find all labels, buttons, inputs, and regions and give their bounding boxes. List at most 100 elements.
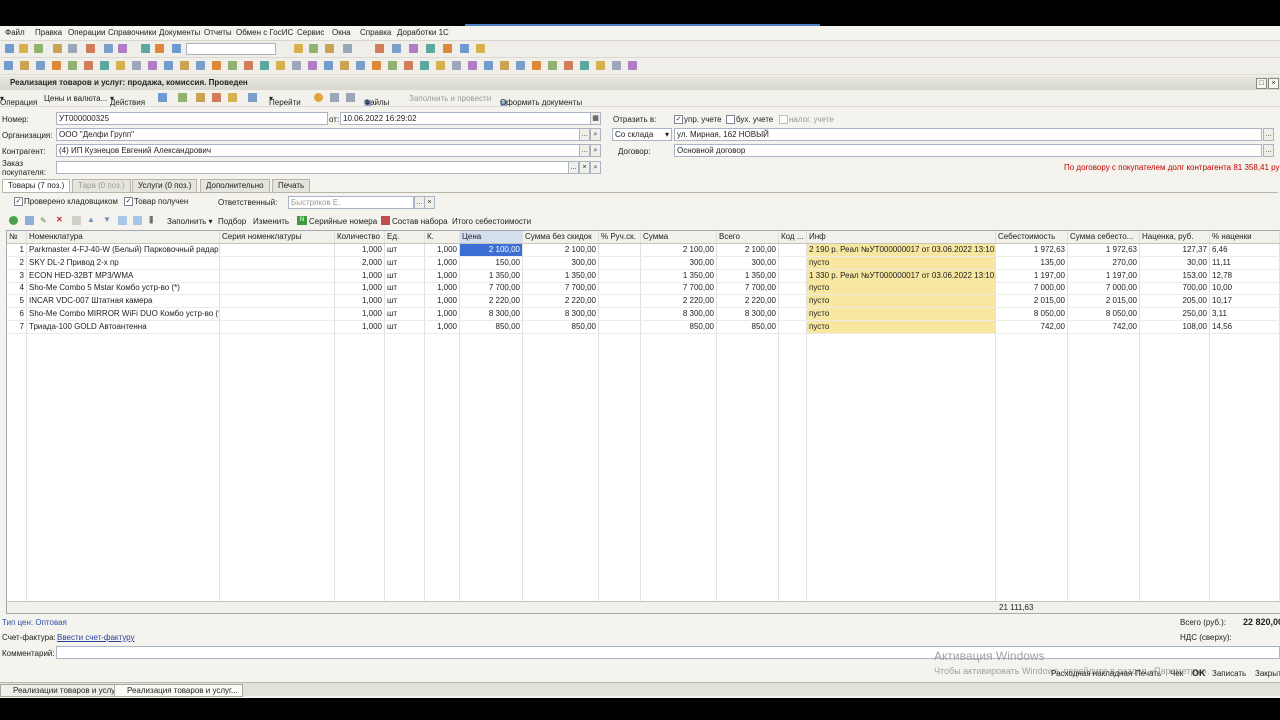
date-field[interactable]: 10.06.2022 16:29:02 [340, 112, 592, 125]
help-icon[interactable] [314, 93, 323, 102]
table-cell[interactable]: 14,56 [1210, 320, 1280, 333]
menu-item-6[interactable]: Обмен с ГосИС [236, 28, 293, 37]
serials-button[interactable]: Серийные номера [309, 217, 377, 226]
invoice-link[interactable]: Ввести счет-фактуру [57, 633, 135, 642]
table-cell[interactable]: 850,00 [460, 320, 523, 333]
column-header[interactable]: Сумма без скидок [523, 231, 599, 243]
table-cell[interactable]: шт [385, 308, 425, 320]
number-field[interactable]: УТ000000325 [56, 112, 328, 125]
table-cell[interactable]: 850,00 [641, 320, 717, 333]
table-cell[interactable] [220, 308, 335, 320]
post-icon[interactable] [178, 93, 187, 102]
edit-row-icon[interactable]: ✎ [40, 216, 47, 225]
warehouse-select-icon[interactable]: … [1263, 128, 1274, 141]
barcode-icon[interactable]: ||| [149, 215, 153, 224]
table-cell[interactable]: 2 220,00 [641, 295, 717, 308]
nalog-checkbox[interactable] [779, 115, 788, 124]
table-cell[interactable] [220, 320, 335, 333]
column-header[interactable]: Серия номенклатуры [220, 231, 335, 243]
table-cell[interactable]: 2 220,00 [523, 295, 599, 308]
table-cell[interactable]: 5 [7, 295, 27, 308]
copy-icon[interactable] [158, 93, 167, 102]
column-header[interactable]: % наценки [1210, 231, 1280, 243]
toolbar-icon[interactable] [468, 61, 477, 70]
table-cell[interactable]: 10,17 [1210, 295, 1280, 308]
table-cell[interactable]: 1 [7, 244, 27, 256]
toolbar-icon[interactable] [426, 44, 435, 53]
toolbar-icon[interactable] [452, 61, 461, 70]
table-cell[interactable]: шт [385, 269, 425, 282]
prices-button[interactable]: Цены и валюта... [44, 94, 107, 103]
table-cell[interactable]: 300,00 [717, 256, 779, 269]
order-select-icon[interactable]: … [568, 161, 579, 174]
actions-menu[interactable]: Действия ▾ [110, 94, 145, 107]
table-cell[interactable]: 30,00 [1140, 256, 1210, 269]
table-cell[interactable]: SKY DL-2 Привод 2-х пр [27, 256, 220, 269]
table-cell[interactable]: 6,46 [1210, 244, 1280, 256]
toolbar-icon[interactable] [84, 61, 93, 70]
table-cell[interactable]: шт [385, 256, 425, 269]
table-cell[interactable]: 1,000 [425, 295, 460, 308]
column-header[interactable]: № [7, 231, 27, 243]
change-button[interactable]: Изменить [253, 217, 289, 226]
order-field[interactable] [56, 161, 570, 174]
table-cell[interactable]: 6 [7, 308, 27, 320]
table-cell[interactable]: 2 100,00 [523, 244, 599, 256]
table-cell[interactable]: 1,000 [425, 308, 460, 320]
toolbar-icon[interactable] [116, 61, 125, 70]
table-cell[interactable]: 2 220,00 [460, 295, 523, 308]
table-cell[interactable]: 1 350,00 [641, 269, 717, 282]
table-cell[interactable]: 2 [7, 256, 27, 269]
toolbar-icon[interactable] [294, 44, 303, 53]
toolbar-icon[interactable] [180, 61, 189, 70]
buh-checkbox[interactable] [726, 115, 735, 124]
toolbar-icon[interactable] [118, 44, 127, 53]
toolbar-icon[interactable] [100, 61, 109, 70]
maximize-icon[interactable]: □ [1256, 78, 1267, 89]
menu-item-10[interactable]: Доработки 1С [397, 28, 449, 37]
menu-item-3[interactable]: Справочники [108, 28, 156, 37]
table-cell[interactable]: 1 972,63 [996, 244, 1068, 256]
menu-item-1[interactable]: Правка [35, 28, 62, 37]
print-button[interactable]: Печать [1135, 669, 1161, 678]
table-row[interactable]: 2 SKY DL-2 Привод 2-х пр 2,000 шт 1,000 150,0… [7, 256, 1280, 270]
toolbar-icon[interactable] [4, 61, 13, 70]
table-cell[interactable] [220, 282, 335, 295]
toolbar-icon[interactable] [484, 61, 493, 70]
table-cell[interactable]: 4 [7, 282, 27, 295]
toolbar-icon[interactable] [340, 61, 349, 70]
delete-row-icon[interactable]: ✕ [56, 215, 63, 224]
warehouse-type-select[interactable]: Со склада ▾ [612, 128, 672, 141]
column-header[interactable]: Ед. [385, 231, 425, 243]
toolbar-icon[interactable] [460, 44, 469, 53]
table-cell[interactable]: 1,000 [335, 244, 385, 256]
table-cell[interactable]: Parkmaster 4-FJ-40-W (Белый) Парковочный… [27, 244, 220, 256]
table-cell[interactable]: 1 350,00 [523, 269, 599, 282]
toolbar-icon[interactable] [141, 44, 150, 53]
column-header[interactable]: К. [425, 231, 460, 243]
toolbar-icon[interactable] [375, 44, 384, 53]
table-cell[interactable]: 1,000 [425, 244, 460, 256]
responsible-field[interactable]: Быстряков Е. [288, 196, 414, 209]
toolbar-icon[interactable] [309, 44, 318, 53]
table-row[interactable]: 4 Sho-Me Combo 5 Mstar Комбо устр-во (*) 1… [7, 282, 1280, 296]
table-cell[interactable]: 1,000 [425, 256, 460, 269]
table-cell[interactable]: Sho-Me Combo MIRROR WiFi DUO Комбо устр-… [27, 308, 220, 320]
table-cell[interactable]: шт [385, 295, 425, 308]
invoice-print-button[interactable]: Расходная накладная [1051, 669, 1132, 678]
table-cell[interactable]: 270,00 [1068, 256, 1140, 269]
table-cell[interactable]: 7 700,00 [717, 282, 779, 295]
comment-field[interactable] [56, 646, 1280, 659]
ok-button[interactable]: OK [1192, 668, 1206, 678]
menu-item-7[interactable]: Сервис [297, 28, 324, 37]
table-cell[interactable]: 7 700,00 [641, 282, 717, 295]
column-header[interactable]: % Руч.ск. [599, 231, 641, 243]
toolbar-icon[interactable] [392, 44, 401, 53]
table-cell[interactable]: 7 700,00 [460, 282, 523, 295]
move-up-icon[interactable]: ▲ [87, 215, 95, 224]
taskbar-item-document[interactable]: Реализация товаров и услуг... [114, 684, 243, 697]
table-cell[interactable]: 742,00 [1068, 320, 1140, 333]
table-cell[interactable]: 300,00 [641, 256, 717, 269]
table-cell[interactable] [779, 244, 807, 256]
responsible-clear-icon[interactable]: × [424, 196, 435, 209]
